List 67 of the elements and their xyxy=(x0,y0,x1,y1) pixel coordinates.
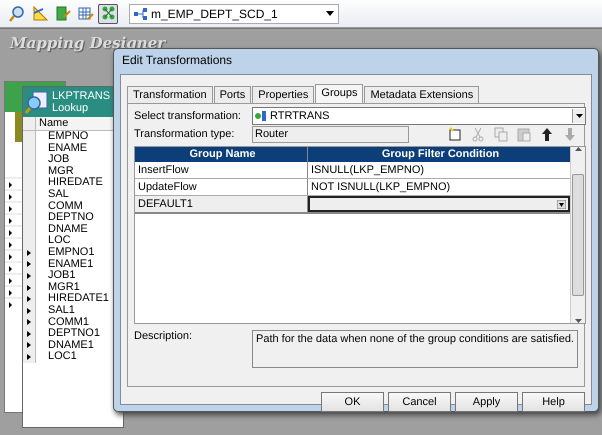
dialog-button[interactable]: OK xyxy=(321,392,384,412)
port-name[interactable]: JOB xyxy=(36,154,70,166)
table-cell[interactable]: NOT ISNULL(LKP_EMPNO) xyxy=(308,179,570,195)
up-icon[interactable] xyxy=(539,126,555,142)
port-name[interactable]: DNAME xyxy=(36,224,88,236)
port-name[interactable]: SAL1 xyxy=(36,304,75,316)
port-name[interactable]: MGR xyxy=(36,166,74,178)
lookup-transformation[interactable]: LKPTRANS Lookup Name EMPNO ENAME JOB MGR HIREDATE SAL COMM DEPTNO DNAME LOC EMPNO1 ENAME1 JOB1 MGR1 HIREDATE1 SAL1 COMM1 DEPTNO1 DNAME1 LOC1 xyxy=(22,86,124,428)
tab[interactable]: Transformation xyxy=(127,86,213,103)
table-row[interactable]: InsertFlow ISNULL(LKP_EMPNO) xyxy=(135,162,570,179)
tab[interactable]: Ports xyxy=(214,86,252,103)
lookup-icon xyxy=(25,90,49,114)
canvas-title: Mapping Designer xyxy=(10,34,166,52)
port-name[interactable]: HIREDATE xyxy=(36,177,103,189)
port-name[interactable]: LOC xyxy=(36,235,71,247)
port-name[interactable]: DNAME1 xyxy=(36,340,94,352)
column-header: Name xyxy=(38,117,68,130)
new-icon[interactable] xyxy=(447,126,463,142)
field-label: Transformation type: xyxy=(134,128,236,140)
type-field: Router xyxy=(252,126,409,142)
tab[interactable]: Properties xyxy=(252,86,314,103)
transformation-dropdown[interactable]: RTRTRANS xyxy=(252,107,586,125)
transformation-name: LKPTRANS xyxy=(52,90,110,102)
port-name[interactable]: COMM1 xyxy=(36,316,89,328)
port-name[interactable]: DEPTNO xyxy=(36,212,94,224)
scroll-thumb[interactable] xyxy=(572,174,584,296)
port-name[interactable]: LOC1 xyxy=(36,351,77,363)
mapping-icon xyxy=(134,8,148,20)
column-header: Group Filter Condition xyxy=(380,147,500,162)
port-name[interactable]: COMM xyxy=(36,200,83,212)
column-header: Group Name xyxy=(135,147,308,162)
port-name[interactable]: EMPNO xyxy=(36,131,88,143)
dialog-button[interactable]: Help xyxy=(522,392,585,412)
port-name[interactable]: ENAME1 xyxy=(36,258,94,270)
toolbar-button[interactable] xyxy=(6,4,26,24)
caret-icon xyxy=(326,11,334,16)
port-name[interactable]: SAL xyxy=(36,188,69,201)
toolbar-button[interactable] xyxy=(98,4,118,24)
dialog-button[interactable]: Cancel xyxy=(388,392,451,412)
scroll-down-icon[interactable] xyxy=(574,319,582,323)
port-name[interactable]: ENAME xyxy=(36,142,88,154)
edit-button-icon[interactable] xyxy=(557,200,566,208)
port-name[interactable]: HIREDATE1 xyxy=(36,293,109,305)
port-name[interactable]: MGR1 xyxy=(36,282,80,294)
port-name[interactable]: JOB1 xyxy=(36,270,76,282)
condition-field[interactable] xyxy=(308,196,570,212)
field-label: Select transformation: xyxy=(134,110,242,122)
router-icon xyxy=(255,111,267,121)
mapping-dropdown[interactable]: m_EMP_DEPT_SCD_1 xyxy=(129,4,339,24)
table-row[interactable]: DEFAULT1 xyxy=(135,196,570,214)
table-cell[interactable]: UpdateFlow xyxy=(135,179,308,195)
scrollbar[interactable] xyxy=(570,147,585,323)
row-header[interactable] xyxy=(23,351,36,363)
row-header xyxy=(23,117,36,130)
tab[interactable]: Metadata Extensions xyxy=(364,86,480,103)
table-cell[interactable]: ISNULL(LKP_EMPNO) xyxy=(308,162,570,178)
table-cell[interactable]: InsertFlow xyxy=(135,162,308,178)
tab[interactable]: Groups xyxy=(315,84,364,103)
scroll-up-icon[interactable] xyxy=(574,147,582,151)
dialog-title: Edit Transformations xyxy=(121,52,234,69)
caret-icon[interactable] xyxy=(576,114,582,118)
field-label: Description: xyxy=(134,330,194,344)
transformation-type: Lookup xyxy=(52,102,90,114)
dialog-button[interactable]: Apply xyxy=(455,392,518,412)
port-name[interactable]: EMPNO1 xyxy=(36,246,94,259)
port-name[interactable]: DEPTNO1 xyxy=(36,328,100,340)
description-field[interactable]: Path for the data when none of the group conditions are satisfied. xyxy=(252,330,578,368)
